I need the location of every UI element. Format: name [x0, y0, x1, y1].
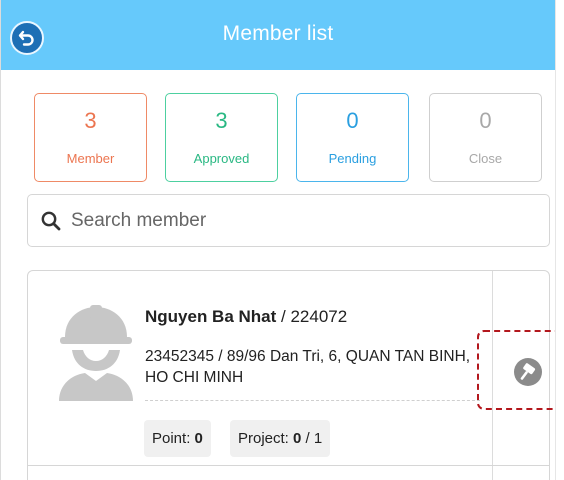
- member-list-screen: Member list 3 Member 3 Approved 0 Pendin…: [0, 0, 556, 480]
- point-label: Point:: [152, 430, 195, 447]
- member-name-line: Nguyen Ba Nhat / 224072: [145, 307, 347, 327]
- member-card[interactable]: Nguyen Ba Nhat / 224072 23452345 / 89/96…: [27, 270, 550, 480]
- stat-pending-count: 0: [346, 108, 359, 133]
- project-label: Project:: [238, 430, 294, 447]
- member-name: Nguyen Ba Nhat: [145, 307, 277, 326]
- project-chip: Project: 0 / 1: [230, 420, 331, 457]
- point-value: 0: [194, 430, 203, 447]
- stat-close-label: Close: [468, 151, 503, 166]
- member-id-separator: /: [276, 307, 291, 326]
- search-box[interactable]: [27, 194, 550, 247]
- stat-close[interactable]: 0 Close: [429, 93, 542, 182]
- stat-approved-label: Approved: [193, 151, 250, 166]
- card-bottom-divider: [28, 465, 549, 466]
- header-bar: Member list: [1, 0, 555, 70]
- search-icon: [41, 211, 61, 231]
- stat-approved[interactable]: 3 Approved: [165, 93, 278, 182]
- member-address: 23452345 / 89/96 Dan Tri, 6, QUAN TAN BI…: [145, 348, 471, 386]
- search-input[interactable]: [69, 205, 533, 237]
- stat-member-label: Member: [66, 151, 115, 166]
- member-id: 224072: [290, 307, 348, 326]
- stat-close-count: 0: [479, 108, 492, 133]
- card-divider: [145, 400, 480, 401]
- stat-member-count: 3: [84, 108, 97, 133]
- page-title: Member list: [222, 22, 334, 45]
- project-total: / 1: [301, 430, 323, 447]
- stat-approved-count: 3: [215, 108, 228, 133]
- stat-pending[interactable]: 0 Pending: [296, 93, 409, 182]
- point-chip: Point: 0: [144, 420, 211, 457]
- worker-helmet-icon: [59, 305, 133, 401]
- stat-pending-label: Pending: [328, 151, 377, 166]
- highlight-box: [477, 330, 555, 410]
- stat-member[interactable]: 3 Member: [34, 93, 147, 182]
